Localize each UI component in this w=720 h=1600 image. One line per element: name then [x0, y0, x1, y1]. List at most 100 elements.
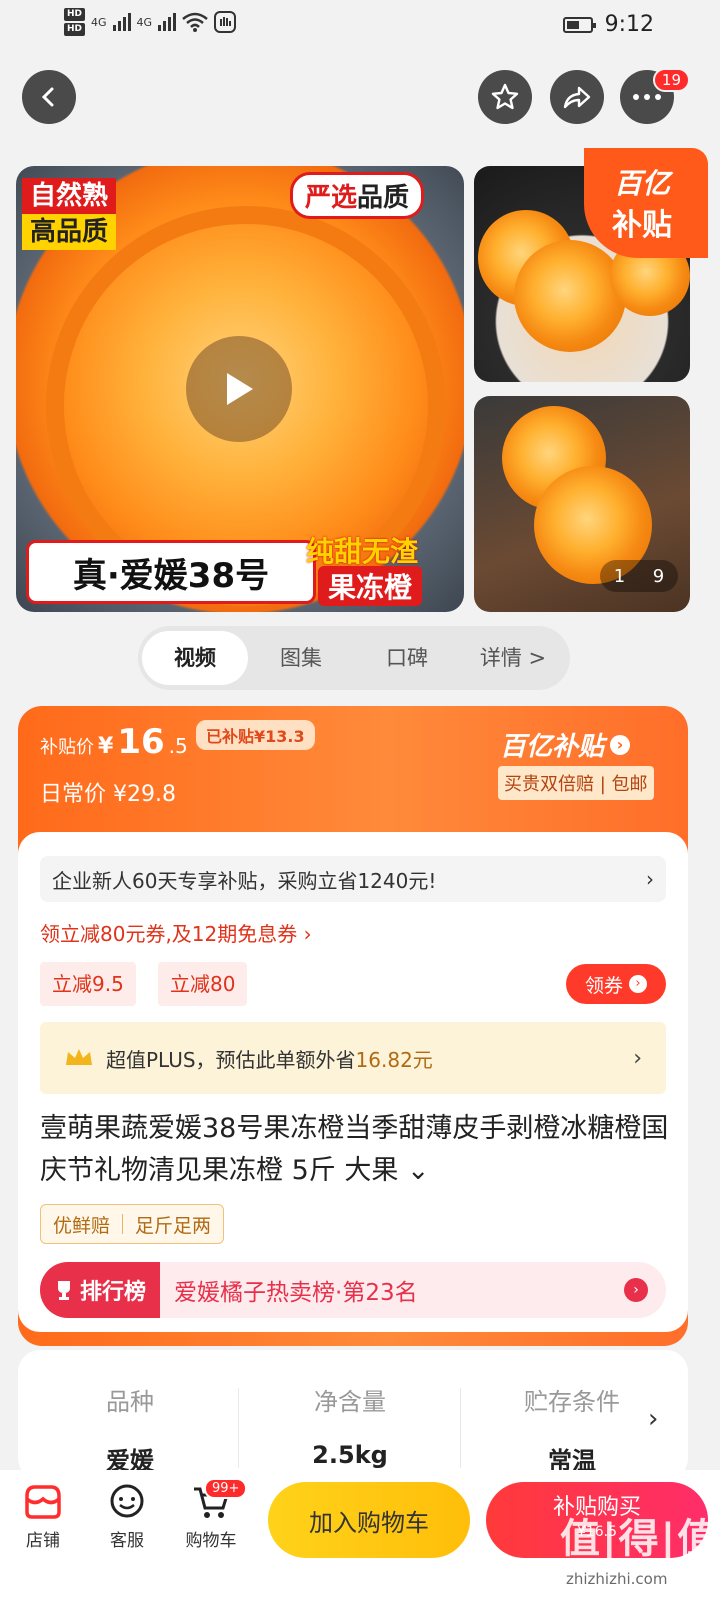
plus-savings-text: 超值PLUS，预估此单额外省16.82元	[106, 1044, 433, 1073]
image-pager: 1 9	[600, 560, 678, 592]
media-tabs: 视频 图集 口碑 详情 >	[138, 626, 570, 690]
trophy-icon	[58, 1281, 70, 1300]
share-button[interactable]	[550, 70, 604, 124]
pager-current: 1	[613, 565, 626, 587]
subsidy-price-decimal: .5	[168, 734, 188, 758]
play-video-button[interactable]	[186, 336, 292, 442]
store-button[interactable]: 店铺	[8, 1478, 78, 1551]
ranking-badge: 排行榜	[40, 1262, 161, 1318]
get-coupon-label: 领券	[584, 974, 623, 997]
network1-label: 4G	[91, 15, 107, 29]
plus-savings-bar[interactable]: 超值PLUS，预估此单额外省16.82元 ›	[40, 1022, 666, 1094]
attribute-key: 品种	[106, 1388, 154, 1416]
back-button[interactable]	[22, 70, 76, 124]
service-label: 客服	[110, 1531, 144, 1551]
crown-icon	[66, 1049, 92, 1065]
tab-details[interactable]: 详情 >	[460, 631, 566, 685]
message-count-badge: 19	[652, 68, 690, 92]
plus-text: 超值PLUS，预估此单额外省	[106, 1047, 356, 1072]
chevron-right-icon: ›	[629, 975, 647, 993]
store-label: 店铺	[26, 1531, 60, 1551]
divider	[238, 1388, 239, 1468]
attribute-net-weight: 净含量 2.5kg	[250, 1382, 450, 1469]
quality-label: 品质	[357, 183, 410, 213]
subsidy-price-integer: 16	[117, 722, 165, 762]
tab-gallery[interactable]: 图集	[248, 631, 354, 685]
attribute-value: 2.5kg	[312, 1441, 388, 1469]
natural-tag: 自然熟	[22, 178, 117, 214]
battery-icon	[562, 16, 596, 33]
cart-count-badge: 99+	[204, 1478, 248, 1499]
product-title[interactable]: 壹萌果蔬爱媛38号果冻橙当季甜薄皮手剥橙冰糖橙国庆节礼物清见果冻橙 5斤 大果 …	[40, 1108, 670, 1192]
chevron-right-icon: ›	[624, 1278, 648, 1302]
coupon-link[interactable]: 领立减80元券,及12期免息券 ›	[40, 918, 312, 947]
pager-total: 9	[652, 565, 665, 587]
enterprise-promo-text: 企业新人60天专享补贴，采购立省1240元!	[52, 868, 437, 893]
guarantee-badge: 买贵双倍赔 | 包邮	[498, 766, 654, 800]
daily-price-value: ¥29.8	[113, 782, 176, 807]
store-icon	[25, 1485, 61, 1519]
chevron-right-icon: ›	[648, 1404, 659, 1434]
chevron-right-icon: ›	[646, 867, 654, 891]
subsidy-badge-line2: 补贴	[612, 208, 672, 243]
customer-service-button[interactable]: 客服	[92, 1478, 162, 1551]
selected-label: 严选	[305, 183, 358, 213]
quality-tag: 高品质	[22, 214, 117, 250]
plus-amount: 16.82元	[355, 1047, 433, 1072]
image-title-pill: 真·爱媛38号	[26, 540, 316, 604]
watermark: 值|得|值	[560, 1516, 720, 1562]
signal2-icon	[158, 13, 177, 31]
get-coupon-button[interactable]: 领券 ›	[566, 964, 666, 1004]
hd1-label: HD	[64, 8, 86, 21]
favorite-button[interactable]	[478, 70, 532, 124]
ranking-bar[interactable]: 排行榜 爱媛橘子热卖榜·第23名 ›	[40, 1262, 666, 1318]
divider	[460, 1388, 461, 1468]
sweet-tag: 纯甜无渣	[306, 535, 419, 568]
tab-reviews[interactable]: 口碑	[354, 631, 460, 685]
more-icon	[633, 94, 661, 100]
chevron-right-icon: ›	[610, 734, 631, 755]
status-bar: HD HD 4G 4G 9:12	[0, 0, 720, 50]
share-icon	[563, 86, 591, 109]
add-to-cart-button[interactable]: 加入购物车	[268, 1482, 470, 1558]
watermark-url: zhizhizhi.com	[566, 1570, 668, 1588]
network2-label: 4G	[136, 15, 153, 29]
signal1-icon	[112, 13, 131, 31]
chevron-right-icon: ›	[633, 1045, 642, 1071]
subsidy-price-label: 补贴价	[40, 737, 94, 758]
wifi-icon	[182, 12, 208, 32]
discount-chip-1: 立减9.5	[40, 962, 136, 1006]
hd2-label: HD	[64, 23, 86, 36]
hand-icon	[214, 11, 237, 33]
cart-label: 购物车	[185, 1531, 237, 1551]
currency-symbol: ¥	[98, 734, 114, 759]
discount-chip-2: 立减80	[158, 962, 248, 1006]
subsidy-brand-link[interactable]: 百亿补贴 ›	[500, 726, 631, 763]
orange-half-graphic	[514, 240, 626, 352]
subsidy-price: 补贴价 ¥16.5	[40, 722, 188, 762]
chat-icon	[110, 1484, 144, 1518]
daily-price-label: 日常价	[40, 782, 107, 807]
play-icon	[227, 373, 253, 405]
attribute-variety: 品种 爱媛	[30, 1382, 230, 1476]
fresh-guarantee-tag: 优鲜赔	[53, 1214, 111, 1237]
ranking-text: 爱媛橘子热卖榜·第23名	[174, 1280, 418, 1306]
subsidized-amount-tag: 已补贴¥13.3	[196, 720, 315, 750]
enterprise-promo-bar[interactable]: 企业新人60天专享补贴，采购立省1240元! ›	[40, 856, 666, 902]
network-indicators: HD HD 4G 4G	[64, 8, 237, 36]
chevron-left-icon	[41, 87, 54, 107]
clock-time: 9:12	[604, 12, 654, 37]
hd-indicators: HD HD	[64, 8, 86, 36]
daily-price: 日常价 ¥29.8	[40, 776, 176, 808]
subsidy-brand-label: 百亿补贴	[500, 732, 605, 762]
selected-quality-tag: 严选品质	[290, 172, 425, 219]
full-weight-tag: 足斤足两	[135, 1214, 212, 1237]
subsidy-corner-badge: 百亿 补贴	[584, 148, 708, 258]
service-tags[interactable]: 优鲜赔 足斤足两	[40, 1204, 225, 1244]
attribute-key: 净含量	[314, 1388, 386, 1416]
jelly-orange-tag: 果冻橙	[318, 566, 423, 606]
subsidy-badge-line1: 百亿	[614, 167, 671, 200]
status-right: 9:12	[562, 12, 654, 37]
tab-video[interactable]: 视频	[142, 631, 248, 685]
attribute-key: 贮存条件	[524, 1388, 620, 1416]
